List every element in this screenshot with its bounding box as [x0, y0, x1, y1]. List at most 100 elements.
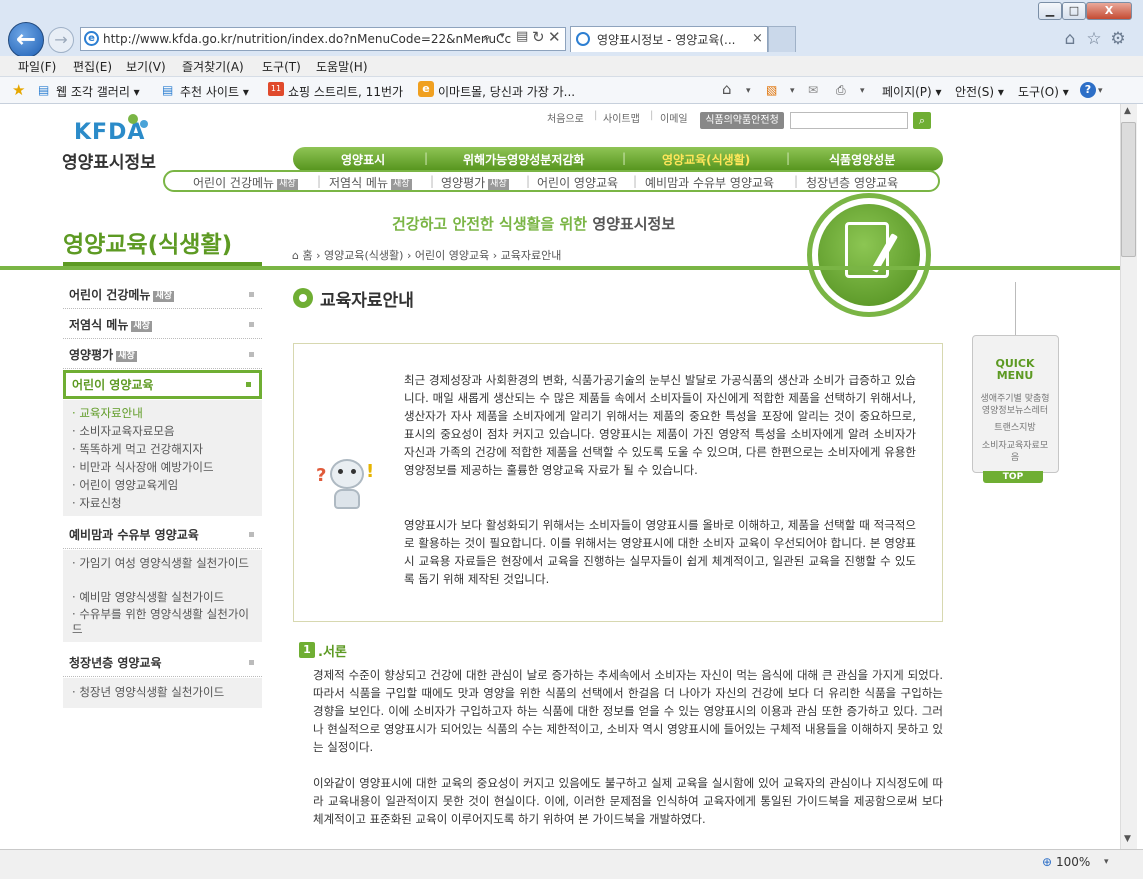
lnav-sub-obesity[interactable]: · 비만과 식사장애 예방가이드: [72, 459, 214, 475]
lnav-sub-youth-guide[interactable]: · 청장년 영양식생활 실천가이드: [72, 684, 224, 700]
stop-icon[interactable]: ✕: [548, 28, 561, 46]
crumb-education[interactable]: 영양교육(식생활): [324, 249, 403, 262]
fav-11st[interactable]: 쇼핑 스트리트, 11번가: [288, 83, 403, 100]
menu-help[interactable]: 도움말(H): [316, 58, 368, 75]
breadcrumb: ⌂ 홈 › 영양교육(식생활) › 어린이 영양교육 › 교육자료안내: [292, 249, 562, 262]
home-command-icon[interactable]: ⌂: [722, 80, 732, 98]
new-window-badge: 새창: [277, 179, 298, 190]
ie-page-icon: e: [84, 31, 99, 46]
zoom-dropdown-icon[interactable]: ▾: [1104, 857, 1109, 867]
link-sitemap[interactable]: 사이트맵: [603, 110, 640, 125]
fav-webslice-gallery[interactable]: 웹 조각 갤러리 ▾: [56, 83, 140, 100]
lnav-sub-consumer[interactable]: · 소비자교육자료모음: [72, 423, 175, 439]
favorites-star-icon[interactable]: ☆: [1083, 28, 1105, 50]
minimize-button[interactable]: ▁: [1038, 2, 1062, 20]
lnav-maternal[interactable]: 예비맘과 수유부 영양교육: [63, 520, 262, 549]
maximize-button[interactable]: □: [1062, 2, 1086, 20]
rss-icon[interactable]: ▧: [766, 83, 777, 97]
dropdown-arrow-icon[interactable]: ▾: [500, 31, 505, 41]
subnav-evaluation[interactable]: 영양평가 새창: [441, 174, 509, 191]
bullet-icon: [249, 292, 254, 297]
favorites-star-icon[interactable]: ★: [12, 81, 25, 99]
lnav-label: 어린이 건강메뉴: [69, 288, 151, 302]
scroll-up-icon[interactable]: ▲: [1124, 106, 1131, 116]
gnav-nutrition-label[interactable]: 영양표시: [341, 151, 385, 168]
lnav-kids-edu-active[interactable]: 어린이 영양교육: [63, 370, 262, 399]
print-icon[interactable]: ⎙: [836, 83, 846, 98]
search-icon[interactable]: ⌕: [483, 30, 490, 45]
close-window-button[interactable]: X: [1086, 2, 1132, 20]
fav-suggested-sites[interactable]: 추천 사이트 ▾: [180, 83, 249, 100]
quickmenu-consumer[interactable]: 소비자교육자료모음: [978, 440, 1052, 464]
logo-dot-icon: [140, 120, 148, 128]
quickmenu-newsletter[interactable]: 생애주기별 맞춤형 영양정보뉴스레터: [978, 393, 1052, 417]
quickmenu-trans-fat[interactable]: 트랜스지방: [978, 422, 1052, 434]
subnav-maternal[interactable]: 예비맘과 수유부 영양교육: [645, 174, 774, 191]
logo-en[interactable]: KFDA: [74, 120, 145, 145]
crumb-current: 교육자료안내: [500, 249, 562, 262]
subnav-low-salt[interactable]: 저염식 메뉴 새창: [329, 174, 412, 191]
gnav-composition[interactable]: 식품영양성분: [829, 151, 895, 168]
cmd-safety[interactable]: 안전(S) ▾: [955, 83, 1004, 100]
divider: |: [786, 151, 791, 165]
home-icon[interactable]: ⌂: [1059, 28, 1081, 50]
lnav-sub-request[interactable]: · 자료신청: [72, 495, 122, 511]
refresh-icon[interactable]: ↻: [532, 28, 545, 46]
menu-file[interactable]: 파일(F): [18, 58, 56, 75]
forward-button[interactable]: →: [48, 27, 74, 53]
subnav-youth[interactable]: 청장년층 영양교육: [806, 174, 898, 191]
cmd-tools[interactable]: 도구(O) ▾: [1018, 83, 1069, 100]
lnav-sub-childbearing[interactable]: · 가임기 여성 영양식생활 실천가이드: [72, 556, 250, 571]
quickmenu-title: QUICK MENU: [995, 357, 1035, 382]
lnav-sub-expecting[interactable]: · 예비맘 영양식생활 실천가이드: [72, 589, 224, 605]
tab-active[interactable]: 영양표시정보 - 영양교육(...: [570, 26, 768, 52]
lnav-sub-smart-eat[interactable]: · 똑똑하게 먹고 건강해지자: [72, 441, 203, 457]
tools-gear-icon[interactable]: ⚙: [1107, 28, 1129, 50]
menu-tools[interactable]: 도구(T): [262, 58, 301, 75]
dropdown-arrow-icon[interactable]: ▾: [790, 86, 795, 96]
tab-close-icon[interactable]: ×: [752, 31, 763, 46]
address-bar[interactable]: http://www.kfda.go.kr/nutrition/index.do…: [80, 27, 566, 51]
fav-emart[interactable]: 이마트몰, 당신과 가장 가...: [438, 83, 575, 100]
dropdown-arrow-icon[interactable]: ▾: [746, 86, 751, 96]
crumb-home[interactable]: 홈: [302, 249, 312, 262]
lnav-sub-label: 어린이 영양교육게임: [79, 478, 179, 492]
new-tab-button[interactable]: [768, 26, 796, 52]
lnav-label: 예비맘과 수유부 영양교육: [69, 528, 199, 542]
agency-button[interactable]: 식품의약품안전청: [700, 112, 784, 129]
zoom-level[interactable]: 100%: [1056, 855, 1090, 869]
help-icon[interactable]: ?: [1080, 82, 1096, 98]
link-email[interactable]: 이메일: [660, 110, 688, 125]
lnav-low-salt[interactable]: 저염식 메뉴 새창: [63, 310, 262, 339]
zoom-icon[interactable]: ⊕: [1042, 855, 1052, 869]
site-search-button[interactable]: ⌕: [913, 112, 931, 129]
gnav-reduction[interactable]: 위해가능영양성분저감화: [463, 151, 584, 168]
scroll-thumb[interactable]: [1121, 122, 1136, 257]
lnav-sub-label: 똑똑하게 먹고 건강해지자: [79, 442, 204, 456]
crumb-kids-edu[interactable]: 어린이 영양교육: [415, 249, 489, 262]
menu-view[interactable]: 보기(V): [126, 58, 166, 75]
lnav-youth[interactable]: 청장년층 영양교육: [63, 648, 262, 677]
subnav-kids-menu[interactable]: 어린이 건강메뉴 새창: [193, 174, 298, 191]
menu-favorites[interactable]: 즐겨찾기(A): [182, 58, 244, 75]
cmd-page[interactable]: 페이지(P) ▾: [882, 83, 942, 100]
mail-icon[interactable]: ✉: [808, 83, 818, 97]
subnav-kids-edu[interactable]: 어린이 영양교육: [537, 174, 618, 191]
lnav-evaluation[interactable]: 영양평가 새창: [63, 340, 262, 369]
lnav-sub-game[interactable]: · 어린이 영양교육게임: [72, 477, 178, 493]
site-search-input[interactable]: [790, 112, 908, 129]
top-button[interactable]: TOP: [983, 471, 1043, 483]
lnav-sub-edu-info[interactable]: · 교육자료안내: [72, 405, 143, 421]
lnav-kids-menu[interactable]: 어린이 건강메뉴 새창: [63, 280, 262, 309]
lnav-sub-nursing[interactable]: · 수유부를 위한 영양식생활 실천가이드: [72, 607, 250, 637]
gnav-education[interactable]: 영양교육(식생활): [662, 151, 750, 168]
logo-kr[interactable]: 영양표시정보: [62, 148, 156, 173]
link-home[interactable]: 처음으로: [547, 110, 584, 125]
dropdown-arrow-icon[interactable]: ▾: [1098, 86, 1103, 96]
menu-edit[interactable]: 편집(E): [73, 58, 112, 75]
compat-view-icon[interactable]: ▤: [516, 29, 528, 44]
dropdown-arrow-icon[interactable]: ▾: [860, 86, 865, 96]
back-button[interactable]: ←: [8, 22, 44, 58]
bullet-icon: [246, 382, 251, 387]
scroll-down-icon[interactable]: ▼: [1124, 834, 1131, 844]
